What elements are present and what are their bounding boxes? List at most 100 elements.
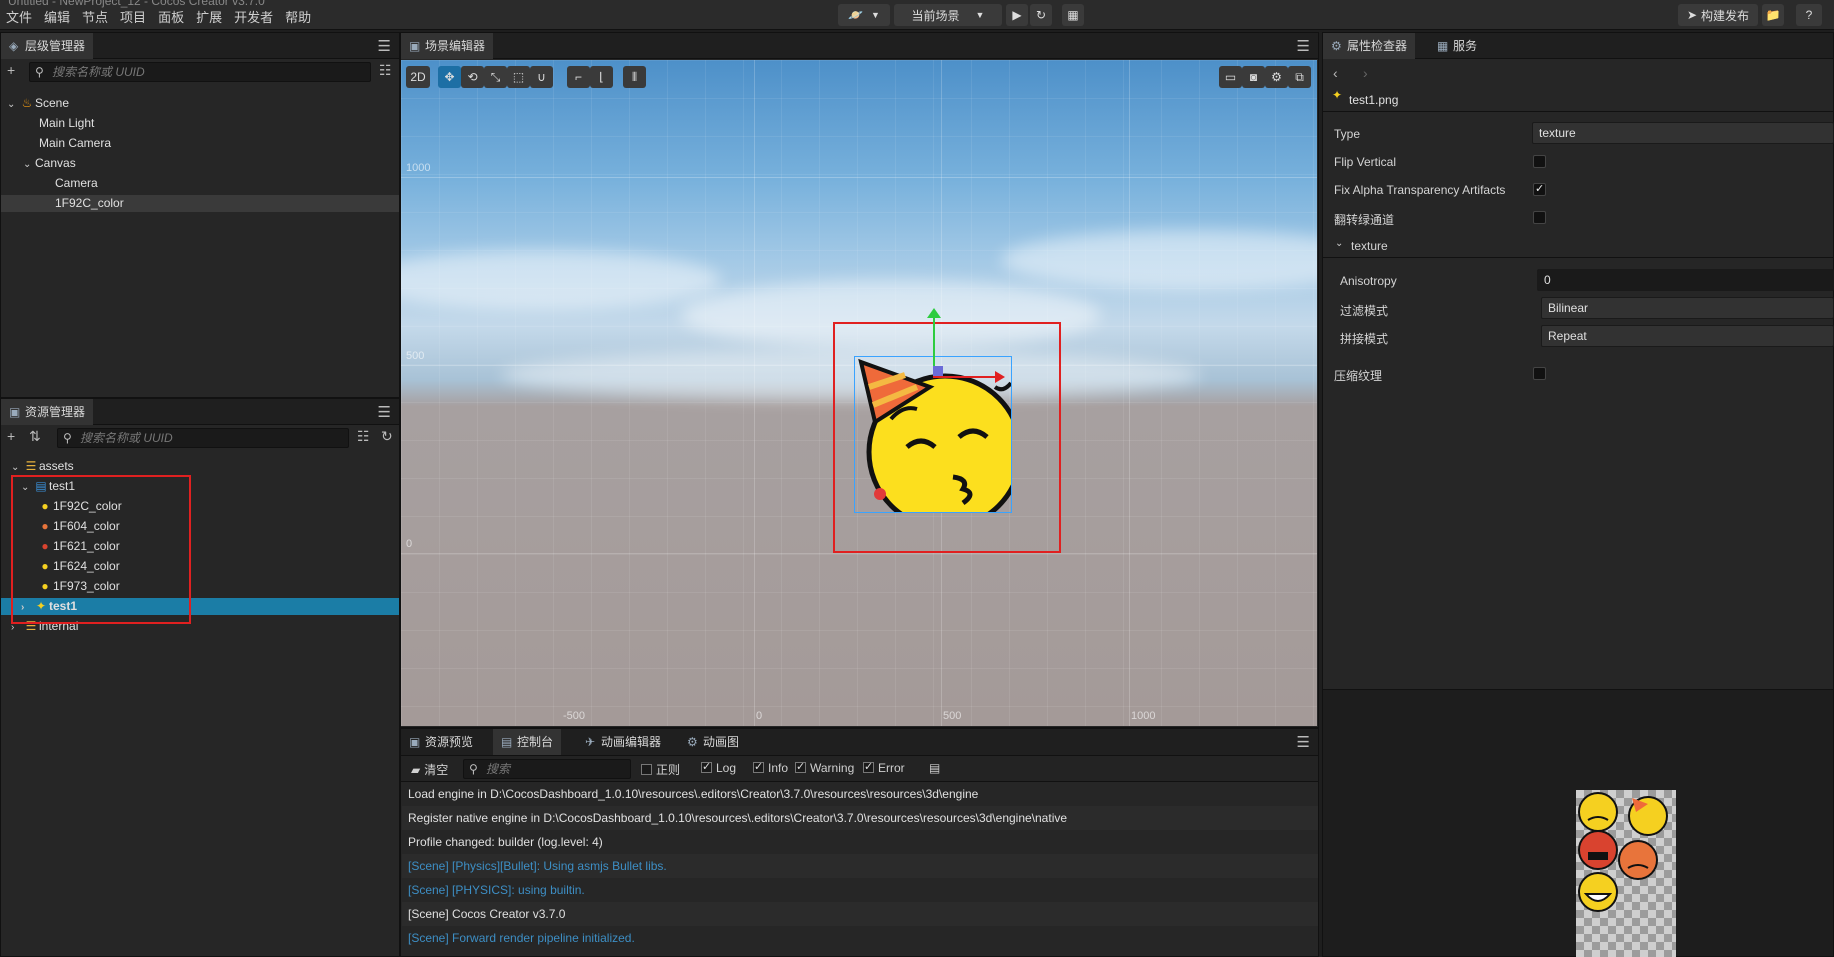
scene-viewport[interactable]: 1000 500 0 -500 0 500 1000 2D ✥ ⟲ ⤡ ⬚ ∪ …	[401, 60, 1317, 726]
tree-item-assets[interactable]: ⌄ ☰ assets	[11, 458, 74, 475]
tab-services[interactable]: ▦ 服务	[1429, 33, 1485, 59]
mode-2d-button[interactable]: 2D	[406, 66, 430, 88]
gizmo-y-arrow[interactable]	[927, 308, 941, 318]
scene-select[interactable]: 当前场景 ▼	[894, 4, 1002, 26]
build-publish-button[interactable]: ➤ 构建发布	[1678, 4, 1758, 26]
prop-type-select[interactable]: texture	[1532, 122, 1834, 144]
gizmo-button[interactable]: ⧉	[1288, 66, 1311, 88]
settings-button[interactable]: ⚙	[1265, 66, 1288, 88]
prop-anisotropy-input[interactable]: 0	[1537, 269, 1834, 291]
layers-icon: ◈	[9, 39, 19, 53]
prop-compress-checkbox[interactable]	[1533, 367, 1546, 380]
prop-flip-green-checkbox[interactable]	[1533, 211, 1546, 224]
filter-regex[interactable]: 正则	[641, 761, 680, 778]
filter-info[interactable]: Info	[753, 760, 788, 775]
menu-icon[interactable]: ☰	[378, 37, 391, 55]
inspector-icon: ⚙	[1331, 39, 1342, 53]
folder-button[interactable]: 📁	[1762, 4, 1784, 26]
run-icon: ✈	[585, 735, 596, 749]
tree-item-scene[interactable]: ⌄ ♨ Scene	[7, 95, 399, 112]
menu-developer[interactable]: 开发者	[234, 9, 273, 27]
image-icon: ✦	[1332, 88, 1343, 102]
help-button[interactable]: ?	[1796, 4, 1822, 26]
tab-hierarchy[interactable]: ◈ 层级管理器	[1, 33, 94, 59]
tab-scene-editor[interactable]: ▣ 场景编辑器	[401, 33, 494, 59]
sort-icon[interactable]: ⇅	[29, 428, 41, 445]
assets-search-input[interactable]: ⚲ 搜索名称或 UUID	[57, 428, 349, 448]
play-button[interactable]: ▶	[1006, 4, 1028, 26]
tree-item-main-light[interactable]: Main Light	[39, 115, 94, 132]
menu-node[interactable]: 节点	[82, 9, 108, 27]
snap-tool-button[interactable]: ∪	[530, 66, 553, 88]
tree-item-camera[interactable]: Camera	[55, 175, 98, 192]
clear-button[interactable]: ▰ 清空	[411, 761, 448, 778]
console-line: Profile changed: builder (log.level: 4)	[408, 835, 603, 849]
qrcode-button[interactable]: ▦	[1062, 4, 1084, 26]
list-icon[interactable]: ☷	[379, 62, 392, 79]
menu-edit[interactable]: 编辑	[44, 9, 70, 27]
checkbox	[795, 760, 806, 773]
hierarchy-search-input[interactable]: ⚲ 搜索名称或 UUID	[29, 62, 371, 82]
platform-select[interactable]: 🪐 ▼	[838, 4, 890, 26]
add-icon[interactable]: +	[7, 428, 15, 444]
search-icon: ⚲	[35, 65, 44, 79]
filter-log[interactable]: Log	[701, 760, 736, 775]
rotate-tool-button[interactable]: ⟲	[461, 66, 484, 88]
camera-icon: ◙	[1249, 70, 1258, 84]
menu-icon[interactable]: ☰	[1297, 733, 1310, 751]
menu-icon[interactable]: ☰	[378, 403, 391, 421]
tree-item-main-camera[interactable]: Main Camera	[39, 135, 111, 152]
gizmo-x-arrow[interactable]	[995, 371, 1005, 383]
tree-item-canvas[interactable]: ⌄ Canvas	[23, 155, 76, 172]
menu-project[interactable]: 项目	[120, 9, 146, 27]
tab-animation-editor[interactable]: ✈ 动画编辑器	[577, 729, 669, 755]
grid-label-x: -500	[563, 710, 586, 722]
gizmo-x-axis[interactable]	[933, 376, 997, 378]
layout-button[interactable]: ▭	[1219, 66, 1242, 88]
forward-icon[interactable]: ›	[1363, 65, 1368, 81]
prop-wrap-select[interactable]: Repeat	[1541, 325, 1834, 347]
move-tool-button[interactable]: ✥	[438, 66, 461, 88]
list-icon[interactable]: ☷	[357, 428, 370, 445]
console-filter-bar: ▰清空 ⚲搜索 正则 Log Info Warning Error ▤	[401, 756, 1318, 782]
texture-section-header[interactable]: ⌄ texture	[1323, 232, 1833, 258]
console-line: Load engine in D:\CocosDashboard_1.0.10\…	[408, 787, 979, 801]
tab-console[interactable]: ▤ 控制台	[493, 729, 562, 755]
back-icon[interactable]: ‹	[1333, 65, 1338, 81]
refresh-icon[interactable]: ↻	[381, 428, 393, 445]
search-icon: ⚲	[469, 762, 478, 776]
scale-tool-button[interactable]: ⤡	[484, 66, 507, 88]
menu-icon[interactable]: ☰	[1297, 37, 1310, 55]
tab-inspector[interactable]: ⚙ 属性检查器	[1323, 33, 1416, 59]
pivot-button[interactable]: ⌐	[567, 66, 590, 88]
prop-fix-alpha-checkbox[interactable]	[1533, 182, 1546, 196]
scene-editor-icon: ▣	[409, 39, 421, 53]
menu-help[interactable]: 帮助	[285, 9, 311, 27]
align-button[interactable]: ⫴	[623, 66, 646, 88]
filter-error[interactable]: Error	[863, 760, 905, 775]
prop-filter-select[interactable]: Bilinear	[1541, 297, 1834, 319]
local-global-button[interactable]: ⌊	[590, 66, 613, 88]
grid-label-y: 500	[406, 350, 425, 362]
hierarchy-panel: ◈ 层级管理器 ☰ + ⚲ 搜索名称或 UUID ☷ ⌄ ♨ Scene Main Li…	[0, 32, 400, 398]
filter-warning[interactable]: Warning	[795, 760, 854, 775]
menu-panel[interactable]: 面板	[158, 9, 184, 27]
console-search-input[interactable]: ⚲ 搜索	[463, 759, 631, 779]
camera-button[interactable]: ◙	[1242, 66, 1265, 88]
sprite-1f92c-color[interactable]	[854, 356, 1012, 513]
gizmo-center[interactable]	[933, 366, 943, 376]
add-icon[interactable]: +	[7, 62, 15, 78]
rect-tool-button[interactable]: ⬚	[507, 66, 530, 88]
tab-assets[interactable]: ▣ 资源管理器	[1, 399, 94, 425]
folder-icon: ▣	[9, 405, 21, 419]
tab-asset-preview[interactable]: ▣ 资源预览	[401, 729, 481, 755]
refresh-button[interactable]: ↻	[1030, 4, 1052, 26]
menu-file[interactable]: 文件	[6, 9, 32, 27]
tree-item-1f92c-color[interactable]: 1F92C_color	[1, 195, 399, 212]
tab-animation-graph[interactable]: ⚙ 动画图	[679, 729, 747, 755]
layout-icon: ▭	[1224, 70, 1237, 84]
inspector-tabbar: ⚙ 属性检查器 ▦ 服务	[1323, 33, 1833, 59]
menu-extension[interactable]: 扩展	[196, 9, 222, 27]
prop-flip-vertical-checkbox[interactable]	[1533, 155, 1546, 168]
file-log-icon[interactable]: ▤	[929, 761, 940, 775]
